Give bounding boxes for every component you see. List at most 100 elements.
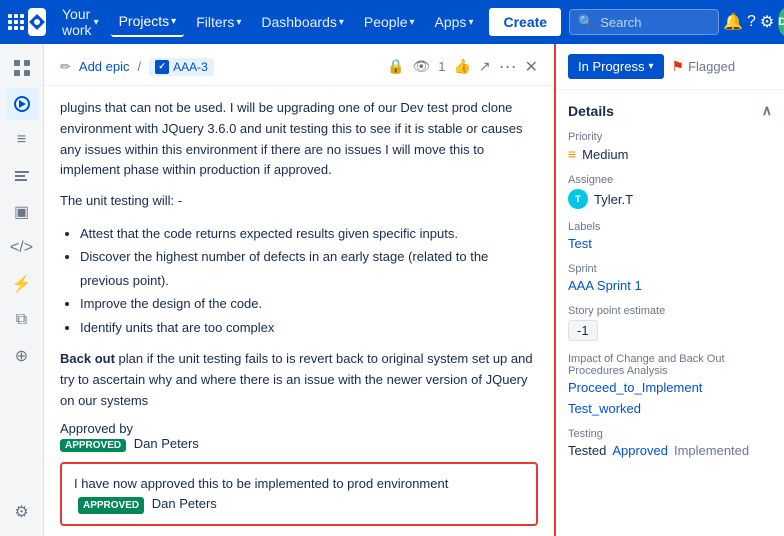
- testing-value-implemented[interactable]: Implemented: [674, 443, 749, 458]
- list-item: Improve the design of the code.: [80, 292, 538, 315]
- chevron-down-icon: ▾: [236, 17, 241, 28]
- sprint-label: Sprint: [568, 263, 772, 275]
- nav-dashboards[interactable]: Dashboards ▾: [253, 8, 352, 36]
- search-icon: 🔍: [578, 14, 594, 30]
- chevron-down-icon: ▾: [468, 17, 473, 28]
- user-avatar[interactable]: DS: [778, 8, 784, 36]
- issue-header: ✏ Add epic / ✓ AAA-3 🔒 👁 1 👍 ↗ ··· ✕: [44, 44, 554, 86]
- settings-icon[interactable]: ⚙: [760, 6, 774, 38]
- watch-icon[interactable]: 👁: [412, 58, 430, 75]
- flagged-label: ⚑ Flagged: [672, 58, 736, 75]
- issue-id-badge: ✓ AAA-3: [149, 58, 214, 76]
- sidebar-roadmap-icon[interactable]: [6, 160, 38, 192]
- sidebar-add-icon[interactable]: ⊕: [6, 340, 38, 372]
- sprint-value: AAA Sprint 1: [568, 278, 772, 293]
- share-icon[interactable]: ↗: [479, 58, 491, 75]
- testing-row: Testing Tested Approved Implemented: [568, 428, 772, 458]
- add-epic-link[interactable]: Add epic: [79, 59, 130, 74]
- thumbs-up-icon[interactable]: 👍: [453, 58, 470, 75]
- testing-value-approved[interactable]: Approved: [612, 443, 668, 458]
- story-points-label: Story point estimate: [568, 305, 772, 317]
- labels-value: Test: [568, 236, 772, 251]
- nav-filters[interactable]: Filters ▾: [188, 8, 249, 36]
- app-logo[interactable]: [28, 8, 46, 36]
- create-button[interactable]: Create: [489, 8, 561, 36]
- impact-link-implement[interactable]: Proceed_to_Implement: [568, 380, 702, 395]
- sidebar-board-icon[interactable]: [6, 88, 38, 120]
- story-points-value: -1: [568, 320, 772, 341]
- sidebar-list-icon[interactable]: ≡: [6, 124, 38, 156]
- nav-your-work[interactable]: Your work ▾: [54, 0, 107, 44]
- testing-values: Tested Approved Implemented: [568, 443, 772, 458]
- issue-type-icon: ✓: [155, 60, 169, 74]
- highlighted-text: I have now approved this to be implement…: [74, 476, 448, 491]
- header-actions: 🔒 👁 1 👍 ↗ ··· ✕: [387, 56, 538, 77]
- nav-people[interactable]: People ▾: [356, 8, 423, 36]
- impact-links: Proceed_to_Implement Test_worked: [568, 380, 772, 416]
- lock-icon[interactable]: 🔒: [387, 58, 404, 75]
- sidebar-code-icon[interactable]: </>: [6, 232, 38, 264]
- approved-section: Approved by APPROVED Dan Peters: [60, 421, 538, 452]
- assignee-value: T Tyler.T: [568, 189, 772, 209]
- help-icon[interactable]: ?: [747, 6, 756, 38]
- sidebar-home-icon[interactable]: [6, 52, 38, 84]
- approved-name: Dan Peters: [134, 436, 199, 451]
- chevron-down-icon: ▾: [171, 16, 176, 27]
- chevron-down-icon: ▾: [409, 17, 414, 28]
- testing-label: Testing: [568, 428, 772, 440]
- story-points-box[interactable]: -1: [568, 320, 598, 341]
- highlighted-comment-box: I have now approved this to be implement…: [60, 462, 538, 526]
- list-item: Identify units that are too complex: [80, 316, 538, 339]
- top-navigation: Your work ▾ Projects ▾ Filters ▾ Dashboa…: [0, 0, 784, 44]
- priority-label: Priority: [568, 131, 772, 143]
- sprint-row: Sprint AAA Sprint 1: [568, 263, 772, 293]
- issue-description-para1: plugins that can not be used. I will be …: [60, 98, 538, 181]
- grid-menu-icon[interactable]: [8, 8, 24, 36]
- chevron-up-icon[interactable]: ∧: [762, 102, 772, 119]
- edit-icon: ✏: [60, 59, 71, 75]
- unit-testing-list: Attest that the code returns expected re…: [60, 222, 538, 339]
- sidebar-lightning-icon[interactable]: ⚡: [6, 268, 38, 300]
- breadcrumb-separator: /: [138, 59, 142, 74]
- details-section: Details ∧ Priority ≡ Medium Assignee T: [556, 90, 784, 482]
- unit-testing-label: The unit testing will: -: [60, 191, 538, 212]
- sidebar-grid-icon[interactable]: ▣: [6, 196, 38, 228]
- backout-text: plan if the unit testing fails to is rev…: [60, 351, 533, 408]
- more-icon[interactable]: ···: [499, 56, 517, 77]
- impact-label: Impact of Change and Back Out Procedures…: [568, 353, 772, 377]
- approved-by-label: Approved by: [60, 421, 133, 436]
- impact-link-worked[interactable]: Test_worked: [568, 401, 641, 416]
- close-icon[interactable]: ✕: [525, 57, 538, 77]
- label-tag[interactable]: Test: [568, 236, 592, 251]
- nav-apps[interactable]: Apps ▾: [427, 8, 482, 36]
- assignee-label: Assignee: [568, 174, 772, 186]
- impact-row: Impact of Change and Back Out Procedures…: [568, 353, 772, 416]
- assignee-row: Assignee T Tyler.T: [568, 174, 772, 209]
- sidebar-settings-icon[interactable]: ⚙: [6, 496, 38, 528]
- list-item: Attest that the code returns expected re…: [80, 222, 538, 245]
- assignee-avatar: T: [568, 189, 588, 209]
- sprint-link[interactable]: AAA Sprint 1: [568, 278, 642, 293]
- highlighted-name: Dan Peters: [152, 496, 217, 511]
- priority-value: ≡ Medium: [568, 146, 772, 162]
- sidebar-pages-icon[interactable]: ⧉: [6, 304, 38, 336]
- priority-row: Priority ≡ Medium: [568, 131, 772, 162]
- nav-projects[interactable]: Projects ▾: [111, 7, 185, 37]
- backout-section: Back out plan if the unit testing fails …: [60, 349, 538, 411]
- chevron-down-icon: ▾: [94, 17, 99, 28]
- status-button[interactable]: In Progress ▾: [568, 54, 664, 79]
- issue-body: plugins that can not be used. I will be …: [44, 86, 554, 536]
- details-header: Details ∧: [568, 102, 772, 119]
- approved-badge: APPROVED: [60, 439, 126, 452]
- notifications-icon[interactable]: 🔔: [723, 6, 743, 38]
- testing-value-tested[interactable]: Tested: [568, 443, 606, 458]
- labels-label: Labels: [568, 221, 772, 233]
- priority-icon: ≡: [568, 146, 576, 162]
- status-chevron-icon: ▾: [648, 61, 653, 72]
- story-points-row: Story point estimate -1: [568, 305, 772, 341]
- labels-row: Labels Test: [568, 221, 772, 251]
- status-bar: In Progress ▾ ⚑ Flagged: [556, 44, 784, 90]
- flag-icon: ⚑: [672, 58, 685, 75]
- main-content: ✏ Add epic / ✓ AAA-3 🔒 👁 1 👍 ↗ ··· ✕: [44, 44, 554, 536]
- search-bar[interactable]: 🔍 Search: [569, 9, 719, 35]
